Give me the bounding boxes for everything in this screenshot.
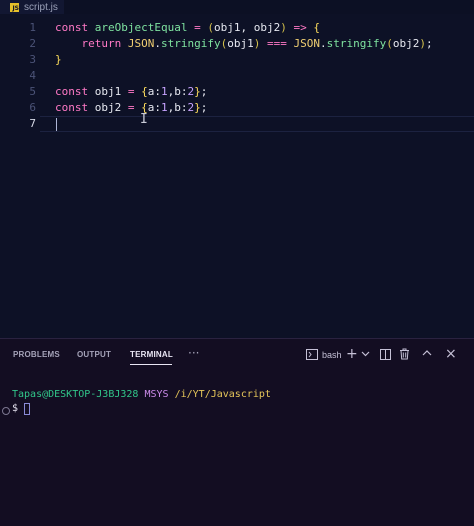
current-line-highlight — [40, 116, 474, 132]
code-line-3[interactable]: } — [55, 52, 62, 68]
shell-name[interactable]: bash — [322, 350, 342, 360]
chevron-up-icon[interactable] — [422, 348, 432, 362]
line-number: 2 — [29, 37, 36, 50]
code-line-6[interactable]: const obj2 = {a:1,b:2}; — [55, 100, 207, 116]
prompt-path: /i/YT/Javascript — [174, 389, 271, 400]
panel-tab-bar: PROBLEMS OUTPUT TERMINAL ··· bash + × — [0, 339, 474, 371]
terminal-prompt-line: Tapas@DESKTOP-J3BJ328 MSYS /i/YT/Javascr… — [12, 389, 271, 400]
tab-label: script.js — [24, 1, 58, 13]
close-panel-icon[interactable]: × — [445, 347, 457, 361]
tab-terminal[interactable]: TERMINAL — [130, 350, 173, 359]
js-file-icon: JS — [10, 2, 19, 12]
prompt-env: MSYS — [144, 389, 169, 400]
bottom-panel: PROBLEMS OUTPUT TERMINAL ··· bash + × Ta… — [0, 338, 474, 526]
line-number: 3 — [29, 53, 36, 66]
code-editor[interactable]: 1 2 3 4 5 6 7 const areObjectEqual = (ob… — [0, 14, 474, 338]
split-terminal-icon[interactable] — [380, 349, 391, 364]
prompt-symbol: $ — [12, 403, 19, 414]
text-caret — [56, 118, 57, 131]
terminal-shell-icon — [306, 349, 318, 364]
prompt-user-host: Tapas@DESKTOP-J3BJ328 — [12, 389, 139, 400]
line-number: 5 — [29, 85, 36, 98]
tab-problems[interactable]: PROBLEMS — [13, 350, 60, 359]
editor-tab-script-js[interactable]: JS script.js — [0, 0, 64, 14]
command-decoration-icon — [2, 407, 10, 415]
line-number-gutter: 1 2 3 4 5 6 7 — [0, 14, 40, 338]
line-number: 6 — [29, 101, 36, 114]
mouse-ibeam-cursor-icon: I — [140, 112, 148, 127]
trash-icon[interactable] — [399, 348, 410, 364]
terminal-cursor — [24, 403, 30, 415]
code-line-5[interactable]: const obj1 = {a:1,b:2}; — [55, 84, 207, 100]
line-number: 4 — [29, 69, 36, 82]
tab-bar: JS script.js — [0, 0, 474, 14]
tab-output[interactable]: OUTPUT — [77, 350, 111, 359]
code-line-2[interactable]: return JSON.stringify(obj1) === JSON.str… — [55, 36, 433, 52]
new-terminal-plus-icon[interactable]: + — [346, 347, 358, 361]
more-actions-icon[interactable]: ··· — [188, 346, 199, 360]
vscode-window: JS script.js 1 2 3 4 5 6 7 const areObje… — [0, 0, 474, 526]
line-number-active: 7 — [29, 117, 36, 130]
line-number: 1 — [29, 21, 36, 34]
code-line-1[interactable]: const areObjectEqual = (obj1, obj2) => { — [55, 20, 320, 36]
active-tab-indicator — [130, 364, 172, 365]
chevron-down-icon[interactable] — [361, 348, 370, 362]
